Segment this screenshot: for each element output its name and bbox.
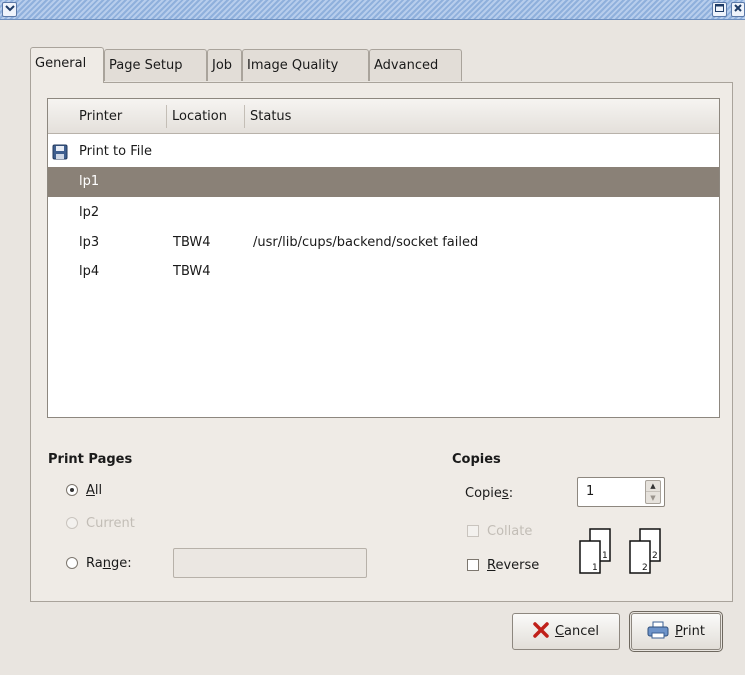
checkbox-collate: Collate — [467, 520, 532, 544]
print-pages-title: Print Pages — [48, 452, 133, 467]
printer-location: TBW4 — [173, 235, 211, 250]
printer-list[interactable]: Printer Location Status Print to File lp… — [47, 98, 720, 418]
tab-page-setup[interactable]: Page Setup — [104, 49, 207, 81]
column-header-printer[interactable]: Printer — [73, 99, 168, 134]
printer-row-lp1[interactable]: lp1 — [48, 167, 719, 197]
svg-text:2: 2 — [652, 551, 658, 561]
spin-up-icon[interactable]: ▲ — [646, 481, 660, 492]
svg-text:1: 1 — [592, 563, 598, 573]
column-header-status[interactable]: Status — [244, 99, 544, 134]
copies-label: Copies: — [465, 486, 514, 501]
radio-current: Current — [66, 512, 135, 536]
copies-title: Copies — [452, 452, 501, 467]
printer-row-lp3[interactable]: lp3 TBW4 /usr/lib/cups/backend/socket fa… — [48, 228, 719, 258]
cancel-x-icon — [533, 621, 549, 642]
checkbox-collate-indicator — [467, 525, 479, 537]
copies-spinbutton[interactable]: 1 ▲ ▼ — [577, 477, 665, 507]
spin-down-icon[interactable]: ▼ — [646, 492, 660, 503]
printer-row-lp2[interactable]: lp2 — [48, 198, 719, 228]
close-button[interactable] — [731, 2, 745, 17]
radio-current-indicator — [66, 517, 78, 529]
print-label: Print — [675, 624, 705, 639]
print-button[interactable]: Print — [629, 611, 723, 652]
range-input[interactable] — [173, 548, 367, 578]
copies-value[interactable]: 1 — [586, 478, 594, 506]
cancel-button[interactable]: Cancel — [512, 613, 620, 650]
printer-name: lp3 — [79, 235, 100, 250]
chevron-down-icon — [4, 4, 15, 15]
printer-location: TBW4 — [173, 264, 211, 279]
window-titlebar[interactable] — [0, 0, 745, 20]
maximize-button[interactable] — [712, 2, 727, 17]
close-icon — [734, 4, 742, 15]
floppy-disk-icon — [52, 144, 68, 160]
checkbox-reverse-indicator[interactable] — [467, 559, 479, 571]
printer-list-header: Printer Location Status — [48, 99, 719, 134]
printer-name: Print to File — [79, 144, 152, 159]
printer-row-print-to-file[interactable]: Print to File — [48, 137, 719, 167]
tab-job[interactable]: Job — [207, 49, 242, 81]
tab-image-quality[interactable]: Image Quality — [242, 49, 369, 81]
tab-advanced[interactable]: Advanced — [369, 49, 462, 81]
copies-spin-buttons: ▲ ▼ — [645, 480, 661, 504]
svg-text:2: 2 — [642, 563, 648, 573]
collate-pages-icon: 1 1 2 2 — [578, 527, 668, 575]
printer-name: lp4 — [79, 264, 100, 279]
radio-all-indicator[interactable] — [66, 484, 78, 496]
checkbox-reverse[interactable]: Reverse — [467, 554, 539, 578]
printer-status: /usr/lib/cups/backend/socket failed — [253, 235, 479, 250]
radio-all[interactable]: All — [66, 479, 102, 503]
printer-row-lp4[interactable]: lp4 TBW4 — [48, 257, 719, 287]
cancel-label: Cancel — [554, 624, 600, 639]
maximize-icon — [715, 4, 724, 15]
tab-general[interactable]: General — [30, 47, 104, 83]
window-menu-button[interactable] — [2, 2, 17, 17]
printer-name: lp2 — [79, 205, 100, 220]
radio-range[interactable]: Range: — [66, 552, 132, 576]
printer-name: lp1 — [79, 174, 100, 189]
svg-text:1: 1 — [602, 551, 608, 561]
printer-icon — [647, 621, 669, 643]
radio-range-indicator[interactable] — [66, 557, 78, 569]
column-header-location[interactable]: Location — [166, 99, 246, 134]
